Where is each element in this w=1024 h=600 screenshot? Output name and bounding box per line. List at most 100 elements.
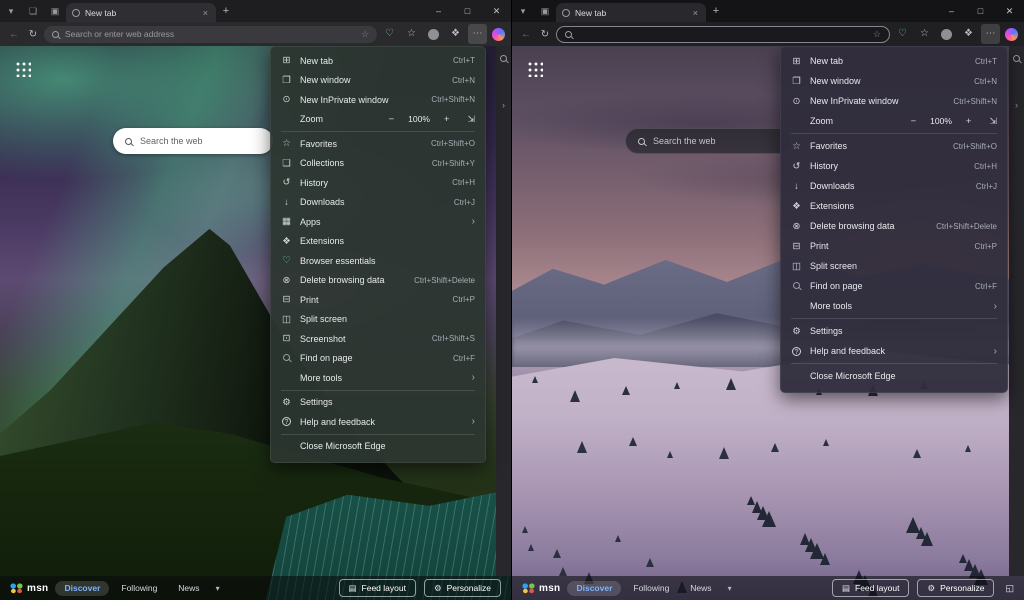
new-tab-button[interactable]: + <box>706 5 726 17</box>
browser-tab[interactable]: New tab × <box>66 3 216 22</box>
menu-item-downloads[interactable]: ↓DownloadsCtrl+J <box>781 176 1007 196</box>
menu-item-zoom[interactable]: Zoom−100%+⇲ <box>781 111 1007 131</box>
zoom-out-button[interactable]: − <box>384 114 400 125</box>
favorites-icon[interactable]: ☆ <box>915 24 934 44</box>
feed-tab-following[interactable]: Following <box>112 581 166 596</box>
feed-tab-news[interactable]: News <box>169 581 208 596</box>
menu-item-print[interactable]: ⊟PrintCtrl+P <box>781 236 1007 256</box>
browser-essentials-icon[interactable]: ♡ <box>380 24 399 44</box>
menu-item-new-window[interactable]: ❐New windowCtrl+N <box>271 71 485 91</box>
menu-item-settings[interactable]: ⚙Settings <box>781 321 1007 341</box>
menu-item-find-on-page[interactable]: Find on pageCtrl+F <box>271 349 485 369</box>
msn-logo[interactable]: msn <box>522 583 560 594</box>
menu-item-extensions[interactable]: ❖Extensions <box>781 196 1007 216</box>
minimize-button[interactable]: – <box>424 0 453 22</box>
sidebar-search-icon[interactable] <box>500 55 507 62</box>
zoom-in-button[interactable]: + <box>961 116 977 127</box>
menu-item-downloads[interactable]: ↓DownloadsCtrl+J <box>271 193 485 213</box>
menu-item-collections[interactable]: ❏CollectionsCtrl+Shift+Y <box>271 154 485 174</box>
app-launcher-icon[interactable] <box>526 60 543 77</box>
extensions-icon[interactable]: ❖ <box>959 24 978 44</box>
menu-item-split-screen[interactable]: ◫Split screen <box>781 256 1007 276</box>
settings-menu-button[interactable]: ⋯ <box>981 24 1000 44</box>
personalize-button[interactable]: ⚙Personalize <box>424 579 501 597</box>
menu-item-more-tools[interactable]: More tools› <box>781 296 1007 316</box>
menu-item-settings[interactable]: ⚙Settings <box>271 393 485 413</box>
profile-avatar[interactable] <box>941 29 952 40</box>
tab-actions-icon[interactable]: ▾ <box>0 0 22 22</box>
refresh-icon[interactable]: ↻ <box>25 29 41 40</box>
menu-item-extensions[interactable]: ❖Extensions <box>271 232 485 252</box>
workspaces-icon[interactable]: ▣ <box>534 0 556 22</box>
menu-item-browser-essentials[interactable]: ♡Browser essentials <box>271 251 485 271</box>
menu-item-help-and-feedback[interactable]: ?Help and feedback› <box>271 412 485 432</box>
back-icon[interactable]: ← <box>6 29 22 40</box>
address-bar[interactable]: Search or enter web address ☆ <box>44 26 377 43</box>
extensions-icon[interactable]: ❖ <box>446 24 465 44</box>
tab-actions-icon[interactable]: ▾ <box>512 0 534 22</box>
copilot-icon[interactable] <box>492 28 505 41</box>
profile-avatar[interactable] <box>428 29 439 40</box>
personalize-button[interactable]: ⚙Personalize <box>917 579 994 597</box>
menu-item-delete-browsing-data[interactable]: ⊗Delete browsing dataCtrl+Shift+Delete <box>271 271 485 291</box>
menu-item-more-tools[interactable]: More tools› <box>271 368 485 388</box>
menu-item-find-on-page[interactable]: Find on pageCtrl+F <box>781 276 1007 296</box>
sidebar-expand-icon[interactable]: › <box>1015 100 1018 110</box>
browser-tab[interactable]: New tab × <box>556 3 706 22</box>
maximize-button[interactable]: □ <box>453 0 482 22</box>
menu-item-apps[interactable]: ▦Apps› <box>271 212 485 232</box>
tab-close-icon[interactable]: × <box>201 8 210 18</box>
msn-logo[interactable]: msn <box>10 583 48 594</box>
menu-item-help-and-feedback[interactable]: ?Help and feedback› <box>781 341 1007 361</box>
minimize-button[interactable]: – <box>937 0 966 22</box>
feed-layout-button[interactable]: ▤Feed layout <box>339 579 416 597</box>
app-launcher-icon[interactable] <box>14 60 31 77</box>
menu-item-close-microsoft-edge[interactable]: Close Microsoft Edge <box>781 366 1007 386</box>
close-button[interactable]: ✕ <box>482 0 511 22</box>
close-button[interactable]: ✕ <box>995 0 1024 22</box>
feed-tab-discover[interactable]: Discover <box>567 581 621 596</box>
back-icon[interactable]: ← <box>518 29 534 40</box>
web-search-box[interactable]: Search the web <box>625 128 791 154</box>
fullscreen-icon[interactable]: ◱ <box>1005 583 1014 594</box>
workspaces-icon[interactable]: ▣ <box>44 0 66 22</box>
zoom-in-button[interactable]: + <box>439 114 455 125</box>
menu-item-new-window[interactable]: ❐New windowCtrl+N <box>781 71 1007 91</box>
feed-tab-following[interactable]: Following <box>624 581 678 596</box>
menu-item-favorites[interactable]: ☆FavoritesCtrl+Shift+O <box>781 136 1007 156</box>
feed-more-icon[interactable]: ▾ <box>728 584 732 593</box>
feed-tab-discover[interactable]: Discover <box>55 581 109 596</box>
menu-item-new-inprivate-window[interactable]: ⊙New InPrivate windowCtrl+Shift+N <box>271 90 485 110</box>
menu-item-new-tab[interactable]: ⊞New tabCtrl+T <box>271 51 485 71</box>
zoom-out-button[interactable]: − <box>906 116 922 127</box>
menu-item-close-microsoft-edge[interactable]: Close Microsoft Edge <box>271 437 485 457</box>
sidebar-expand-icon[interactable]: › <box>502 100 505 110</box>
menu-item-new-tab[interactable]: ⊞New tabCtrl+T <box>781 51 1007 71</box>
favorites-star-icon[interactable]: ☆ <box>361 29 369 40</box>
feed-tab-news[interactable]: News <box>681 581 720 596</box>
menu-item-zoom[interactable]: Zoom−100%+⇲ <box>271 110 485 130</box>
browser-essentials-icon[interactable]: ♡ <box>893 24 912 44</box>
web-search-box[interactable]: Search the web <box>113 128 273 154</box>
feed-layout-button[interactable]: ▤Feed layout <box>832 579 909 597</box>
feed-more-icon[interactable]: ▾ <box>216 584 220 593</box>
vertical-tabs-icon[interactable]: ❏ <box>22 0 44 22</box>
menu-item-history[interactable]: ↺HistoryCtrl+H <box>271 173 485 193</box>
menu-item-split-screen[interactable]: ◫Split screen <box>271 310 485 330</box>
menu-item-new-inprivate-window[interactable]: ⊙New InPrivate windowCtrl+Shift+N <box>781 91 1007 111</box>
favorites-star-icon[interactable]: ☆ <box>873 29 881 40</box>
menu-item-screenshot[interactable]: ⊡ScreenshotCtrl+Shift+S <box>271 329 485 349</box>
maximize-button[interactable]: □ <box>966 0 995 22</box>
address-bar-focused[interactable]: ☆ <box>556 26 890 43</box>
fullscreen-icon[interactable]: ⇲ <box>467 114 475 125</box>
new-tab-button[interactable]: + <box>216 5 236 17</box>
favorites-icon[interactable]: ☆ <box>402 24 421 44</box>
refresh-icon[interactable]: ↻ <box>537 29 553 40</box>
menu-item-history[interactable]: ↺HistoryCtrl+H <box>781 156 1007 176</box>
settings-menu-button[interactable]: ⋯ <box>468 24 487 44</box>
fullscreen-icon[interactable]: ⇲ <box>989 116 997 127</box>
menu-item-print[interactable]: ⊟PrintCtrl+P <box>271 290 485 310</box>
sidebar-search-icon[interactable] <box>1013 55 1020 62</box>
copilot-icon[interactable] <box>1005 28 1018 41</box>
menu-item-delete-browsing-data[interactable]: ⊗Delete browsing dataCtrl+Shift+Delete <box>781 216 1007 236</box>
